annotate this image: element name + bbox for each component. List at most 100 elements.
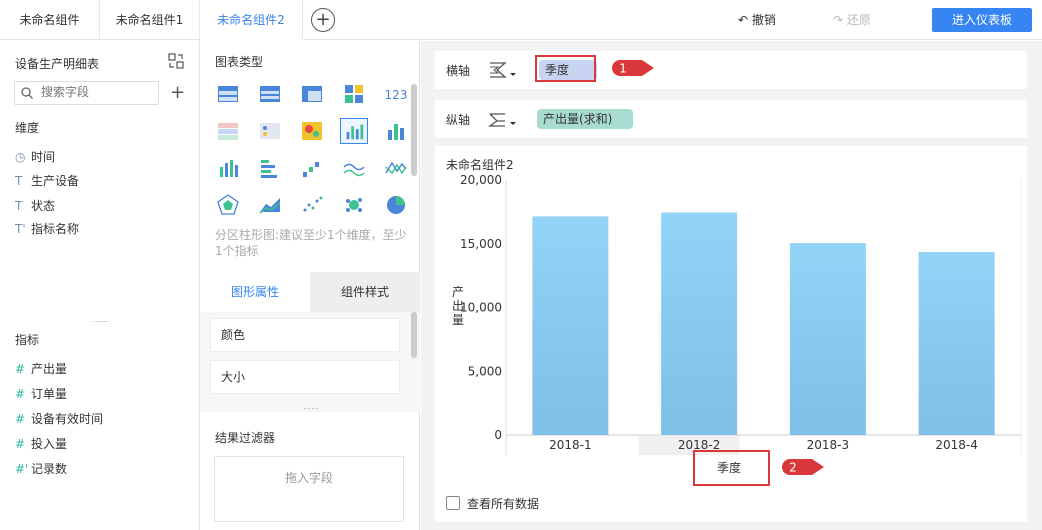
number-card-icon[interactable]: 123: [382, 81, 410, 107]
dataset-title: 设备生产明细表: [15, 57, 100, 71]
bar-chart: 05,00010,00015,00020,0002018-1 2018-2 2018…: [452, 173, 1022, 475]
add-field-button[interactable]: +: [170, 82, 185, 103]
search-input[interactable]: [41, 85, 151, 99]
resize-handle[interactable]: ⋯⋯: [93, 318, 109, 326]
y-axis-row: 纵轴 产出量(求和): [435, 100, 1027, 138]
bar: [532, 216, 609, 435]
dimension-label: 状态: [31, 199, 56, 213]
hash-icon: #: [15, 437, 26, 451]
line-chart-icon[interactable]: [340, 155, 368, 181]
enter-dashboard-button[interactable]: 进入仪表板: [932, 8, 1032, 32]
chart-type-title: 图表类型: [215, 55, 264, 69]
partition-bar-icon[interactable]: [340, 118, 368, 144]
dimension-item-status[interactable]: T 状态: [15, 196, 55, 216]
stacked-bar-icon[interactable]: [382, 118, 410, 144]
svg-text:123: 123: [385, 88, 408, 102]
prop-size[interactable]: 大小: [210, 360, 400, 394]
result-filter-title: 结果过滤器: [215, 431, 276, 445]
tab-component-2[interactable]: 未命名组件2: [200, 0, 303, 40]
highlight-box-1: [535, 55, 596, 82]
props-scrollbar[interactable]: [411, 312, 417, 358]
search-box[interactable]: [14, 81, 159, 105]
y-tick-label: 20,000: [460, 173, 502, 187]
highlight-box-2: [693, 450, 770, 486]
redo-button[interactable]: ↷ 还原: [833, 0, 871, 40]
tab-component-style[interactable]: 组件样式: [310, 272, 420, 312]
bar: [918, 252, 995, 435]
measure-label: 产出量: [31, 362, 68, 376]
dimension-label: 时间: [31, 150, 56, 164]
dimension-item-indicator-name[interactable]: T' 指标名称: [15, 219, 79, 239]
y-axis-field-pill[interactable]: 产出量(求和): [537, 109, 633, 129]
measure-item-orders[interactable]: # 订单量: [15, 384, 67, 404]
y-tick-label: 15,000: [460, 237, 502, 251]
callout-1-text: 1: [619, 62, 627, 76]
area-line-icon[interactable]: [382, 155, 410, 181]
dimension-item-device[interactable]: T 生产设备: [15, 171, 79, 191]
dimension-item-time[interactable]: ◷ 时间: [15, 147, 55, 167]
undo-icon: ↶: [738, 13, 752, 27]
y-tick-label: 10,000: [460, 301, 502, 315]
chart-type-hint: 分区柱形图:建议至少1个维度，至少1个指标: [215, 228, 407, 258]
kpi-grid-icon[interactable]: [340, 81, 368, 107]
x-tick-label: 2018-1: [549, 438, 592, 452]
radar-icon[interactable]: [214, 192, 242, 218]
measure-item-record-count[interactable]: #' 记录数: [15, 459, 67, 479]
bubble-icon[interactable]: [340, 192, 368, 218]
text-icon: T: [15, 199, 23, 213]
measure-item-input[interactable]: # 投入量: [15, 434, 67, 454]
measure-item-effective-time[interactable]: # 设备有效时间: [15, 409, 103, 429]
bar: [661, 212, 738, 435]
measure-label: 记录数: [31, 462, 68, 476]
hash-calc-icon: #': [15, 462, 29, 476]
callout-badge-1: 1: [612, 60, 654, 76]
color-table-icon[interactable]: [214, 118, 242, 144]
x-tick-label: 2018-4: [935, 438, 978, 452]
prop-color[interactable]: 颜色: [210, 318, 400, 352]
area-chart-icon[interactable]: [256, 192, 284, 218]
waterfall-icon[interactable]: [298, 155, 326, 181]
x-axis-sort-icon[interactable]: [487, 59, 517, 81]
dimension-label: 生产设备: [31, 174, 80, 188]
y-axis-label: 纵轴: [446, 113, 471, 127]
undo-label: 撤销: [751, 13, 776, 27]
x-axis-label: 横轴: [446, 64, 471, 78]
callout-badge-2: 2: [782, 459, 824, 475]
chart-type-scrollbar[interactable]: [411, 84, 417, 176]
measure-label: 设备有效时间: [31, 412, 104, 426]
switch-dataset-icon[interactable]: [168, 53, 184, 69]
clock-icon: ◷: [15, 150, 26, 164]
y-axis-sort-icon[interactable]: [487, 108, 517, 130]
tab-component[interactable]: 未命名组件: [0, 0, 100, 40]
y-tick-label: 5,000: [468, 364, 502, 378]
callout-2-text: 2: [789, 461, 797, 475]
bar-chart-icon[interactable]: [214, 155, 242, 181]
grouped-table-icon[interactable]: [256, 81, 284, 107]
dot-table-icon[interactable]: [256, 118, 284, 144]
y-axis-title: 产出量: [452, 285, 464, 327]
text-icon: T: [15, 174, 23, 188]
show-all-data-label: 查看所有数据: [467, 497, 540, 511]
top-tab-bar: 未命名组件 未命名组件1 未命名组件2 + ↶ 撤销 ↷ 还原 进入仪表板: [0, 0, 1042, 40]
horizontal-bar-icon[interactable]: [256, 155, 284, 181]
tab-component-1[interactable]: 未命名组件1: [100, 0, 200, 40]
undo-button[interactable]: ↶ 撤销: [738, 0, 776, 40]
add-tab-button[interactable]: +: [311, 8, 335, 32]
tab-graph-properties[interactable]: 图形属性: [200, 272, 310, 312]
pie-chart-icon[interactable]: [382, 192, 410, 218]
redo-icon: ↷: [833, 13, 847, 27]
redo-label: 还原: [846, 13, 871, 27]
measure-item-output[interactable]: # 产出量: [15, 359, 67, 379]
show-all-data-checkbox[interactable]: [446, 496, 460, 510]
table-icon[interactable]: [214, 81, 242, 107]
search-icon: [21, 87, 33, 99]
scatter-icon[interactable]: [298, 192, 326, 218]
filter-drop-zone[interactable]: 拖入字段: [214, 456, 404, 522]
resize-handle[interactable]: ⋯⋯: [303, 405, 319, 413]
text-calc-icon: T': [15, 222, 26, 236]
dimension-section-label: 维度: [15, 121, 40, 135]
heatmap-icon[interactable]: [298, 118, 326, 144]
property-tabs: 图形属性 组件样式: [200, 272, 420, 312]
dimension-label: 指标名称: [31, 222, 80, 236]
cross-table-icon[interactable]: [298, 81, 326, 107]
